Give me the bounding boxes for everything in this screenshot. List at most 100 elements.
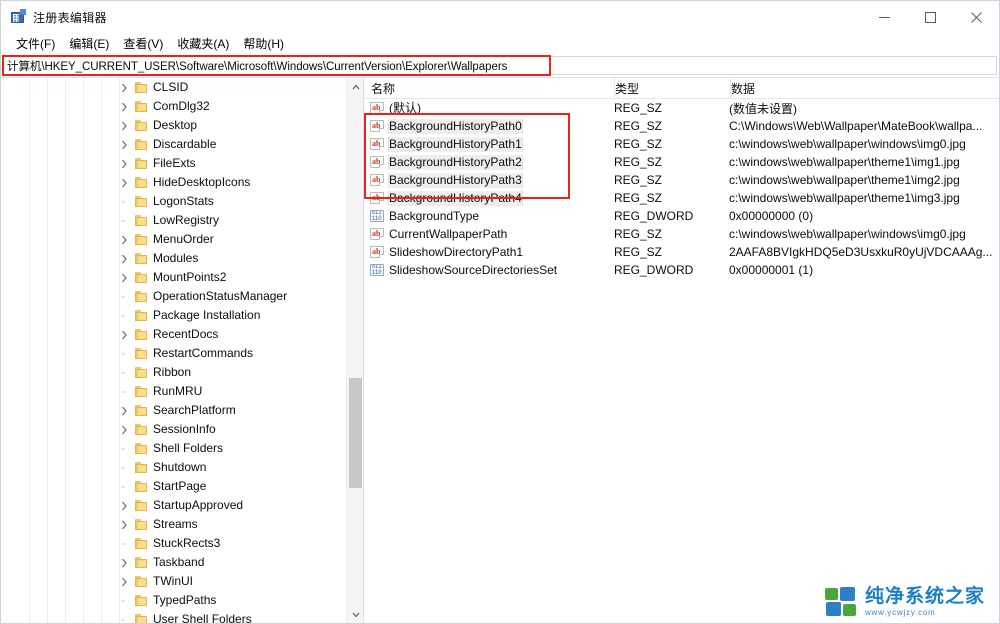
value-row[interactable]: ab BackgroundHistoryPath0 REG_SZ C:\Windows… <box>364 117 999 135</box>
value-row[interactable]: ab BackgroundHistoryPath3 REG_SZ c:\windows… <box>364 171 999 189</box>
tree-item-modules[interactable]: Modules <box>1 249 346 268</box>
registry-values-list[interactable]: ab (默认) REG_SZ (数值未设置) ab BackgroundHistoryPa… <box>364 99 999 279</box>
tree-item-restartcommands[interactable]: RestartCommands <box>1 344 346 363</box>
tree-item-label: SearchPlatform <box>153 403 236 417</box>
chevron-right-icon[interactable] <box>116 520 132 530</box>
tree-scroll-up-button[interactable] <box>347 78 363 95</box>
tree-item-label: Ribbon <box>153 365 192 379</box>
chevron-right-icon[interactable] <box>116 121 132 131</box>
chevron-right-icon[interactable] <box>116 178 132 188</box>
folder-icon <box>132 272 150 283</box>
tree-item-menuorder[interactable]: MenuOrder <box>1 230 346 249</box>
tree-item-clsid[interactable]: CLSID <box>1 78 346 97</box>
chevron-right-icon[interactable] <box>116 558 132 568</box>
chevron-right-icon[interactable] <box>116 83 132 93</box>
folder-icon <box>132 538 150 549</box>
tree-item-user-shell-folders[interactable]: User Shell Folders <box>1 610 346 623</box>
column-header-name[interactable]: 名称 <box>364 80 614 97</box>
value-data-cell: 0x00000001 (1) <box>729 263 814 277</box>
menu-item-view[interactable]: 查看(V) <box>116 33 170 55</box>
window-controls <box>861 1 999 33</box>
value-row[interactable]: ab (默认) REG_SZ (数值未设置) <box>364 99 999 117</box>
chevron-right-icon[interactable] <box>116 330 132 340</box>
chevron-right-icon[interactable] <box>116 140 132 150</box>
reg-sz-icon: ab <box>370 228 384 240</box>
menu-item-help[interactable]: 帮助(H) <box>236 33 291 55</box>
tree-item-twinui[interactable]: TWinUI <box>1 572 346 591</box>
value-type-cell: REG_SZ <box>614 191 663 205</box>
tree-item-stuckrects3[interactable]: StuckRects3 <box>1 534 346 553</box>
tree-item-startupapproved[interactable]: StartupApproved <box>1 496 346 515</box>
tree-item-ribbon[interactable]: Ribbon <box>1 363 346 382</box>
tree-item-discardable[interactable]: Discardable <box>1 135 346 154</box>
value-row[interactable]: ab CurrentWallpaperPath REG_SZ c:\windows\w… <box>364 225 999 243</box>
tree-item-hidedesktopicons[interactable]: HideDesktopIcons <box>1 173 346 192</box>
chevron-right-icon[interactable] <box>116 406 132 416</box>
menu-item-edit[interactable]: 编辑(E) <box>62 33 116 55</box>
tree-item-label: TypedPaths <box>153 593 217 607</box>
reg-sz-icon: ab <box>370 174 384 186</box>
tree-item-operationstatusmanager[interactable]: OperationStatusManager <box>1 287 346 306</box>
tree-item-taskband[interactable]: Taskband <box>1 553 346 572</box>
chevron-right-icon[interactable] <box>116 102 132 112</box>
value-name-cell: ab SlideshowDirectoryPath1 <box>364 245 614 260</box>
tree-item-package-installation[interactable]: Package Installation <box>1 306 346 325</box>
tree-item-label: OperationStatusManager <box>153 289 288 303</box>
tree-item-recentdocs[interactable]: RecentDocs <box>1 325 346 344</box>
reg-sz-icon: ab <box>370 156 384 168</box>
chevron-right-icon[interactable] <box>116 235 132 245</box>
reg-sz-icon: ab <box>370 138 384 150</box>
folder-icon <box>132 443 150 454</box>
folder-icon <box>132 291 150 302</box>
registry-tree-list[interactable]: CLSID ComDlg32 Desktop Discardable FileExts H… <box>1 78 346 623</box>
column-header-type[interactable]: 类型 <box>615 80 730 97</box>
chevron-right-icon[interactable] <box>116 501 132 511</box>
menu-item-file[interactable]: 文件(F) <box>9 33 62 55</box>
value-row[interactable]: ab SlideshowDirectoryPath1 REG_SZ 2AAFA8BVI… <box>364 243 999 261</box>
tree-item-runmru[interactable]: RunMRU <box>1 382 346 401</box>
tree-item-lowregistry[interactable]: LowRegistry <box>1 211 346 230</box>
column-header-data[interactable]: 数据 <box>731 80 999 97</box>
tree-leaf-marker-icon <box>116 482 132 492</box>
tree-item-typedpaths[interactable]: TypedPaths <box>1 591 346 610</box>
tree-item-comdlg32[interactable]: ComDlg32 <box>1 97 346 116</box>
registry-path-input[interactable]: 计算机\HKEY_CURRENT_USER\Software\Microsoft… <box>3 56 997 75</box>
chevron-right-icon[interactable] <box>116 254 132 264</box>
tree-item-sessioninfo[interactable]: SessionInfo <box>1 420 346 439</box>
tree-item-searchplatform[interactable]: SearchPlatform <box>1 401 346 420</box>
minimize-button[interactable] <box>861 1 907 33</box>
chevron-right-icon[interactable] <box>116 273 132 283</box>
maximize-button[interactable] <box>907 1 953 33</box>
value-row[interactable]: ab BackgroundHistoryPath2 REG_SZ c:\windows… <box>364 153 999 171</box>
tree-item-shell-folders[interactable]: Shell Folders <box>1 439 346 458</box>
value-row[interactable]: 011 110 SlideshowSourceDirectoriesSet REG_D… <box>364 261 999 279</box>
tree-item-streams[interactable]: Streams <box>1 515 346 534</box>
value-data-cell: 0x00000000 (0) <box>729 209 814 223</box>
reg-sz-icon: ab <box>370 102 384 114</box>
tree-scroll-down-button[interactable] <box>347 606 363 623</box>
folder-icon <box>132 595 150 606</box>
menu-item-favorites[interactable]: 收藏夹(A) <box>170 33 236 55</box>
chevron-right-icon[interactable] <box>116 577 132 587</box>
tree-scrollbar[interactable] <box>346 78 363 623</box>
chevron-right-icon[interactable] <box>116 159 132 169</box>
title-bar-left: 注册表编辑器 <box>1 9 107 26</box>
folder-icon <box>132 253 150 264</box>
values-column-header: 名称 类型 数据 <box>364 78 999 99</box>
tree-item-startpage[interactable]: StartPage <box>1 477 346 496</box>
value-name-cell: ab CurrentWallpaperPath <box>364 227 614 242</box>
menu-bar: 文件(F) 编辑(E) 查看(V) 收藏夹(A) 帮助(H) <box>1 33 999 55</box>
folder-icon <box>132 310 150 321</box>
tree-item-fileexts[interactable]: FileExts <box>1 154 346 173</box>
value-row[interactable]: ab BackgroundHistoryPath4 REG_SZ c:\windows… <box>364 189 999 207</box>
value-row[interactable]: ab BackgroundHistoryPath1 REG_SZ c:\windows… <box>364 135 999 153</box>
chevron-right-icon[interactable] <box>116 425 132 435</box>
tree-item-mountpoints2[interactable]: MountPoints2 <box>1 268 346 287</box>
tree-item-desktop[interactable]: Desktop <box>1 116 346 135</box>
close-button[interactable] <box>953 1 999 33</box>
tree-scrollbar-thumb[interactable] <box>349 378 362 488</box>
value-row[interactable]: 011 110 BackgroundType REG_DWORD 0x00000000 … <box>364 207 999 225</box>
tree-item-logonstats[interactable]: LogonStats <box>1 192 346 211</box>
tree-item-label: Shutdown <box>153 460 207 474</box>
tree-item-shutdown[interactable]: Shutdown <box>1 458 346 477</box>
